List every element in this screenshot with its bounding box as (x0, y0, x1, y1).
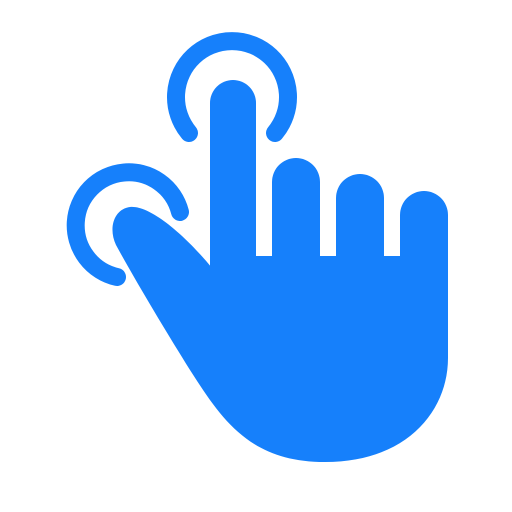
ring-finger-base (336, 230, 384, 270)
icon-canvas (0, 0, 512, 512)
finger-gap-1 (256, 150, 272, 256)
hand-tap-gesture-icon (66, 32, 448, 462)
index-finger-base (210, 230, 256, 270)
middle-finger-base (272, 230, 320, 270)
pinky-finger-base (400, 230, 448, 270)
finger-gap-3 (384, 165, 400, 255)
finger-gap-2 (320, 150, 336, 240)
